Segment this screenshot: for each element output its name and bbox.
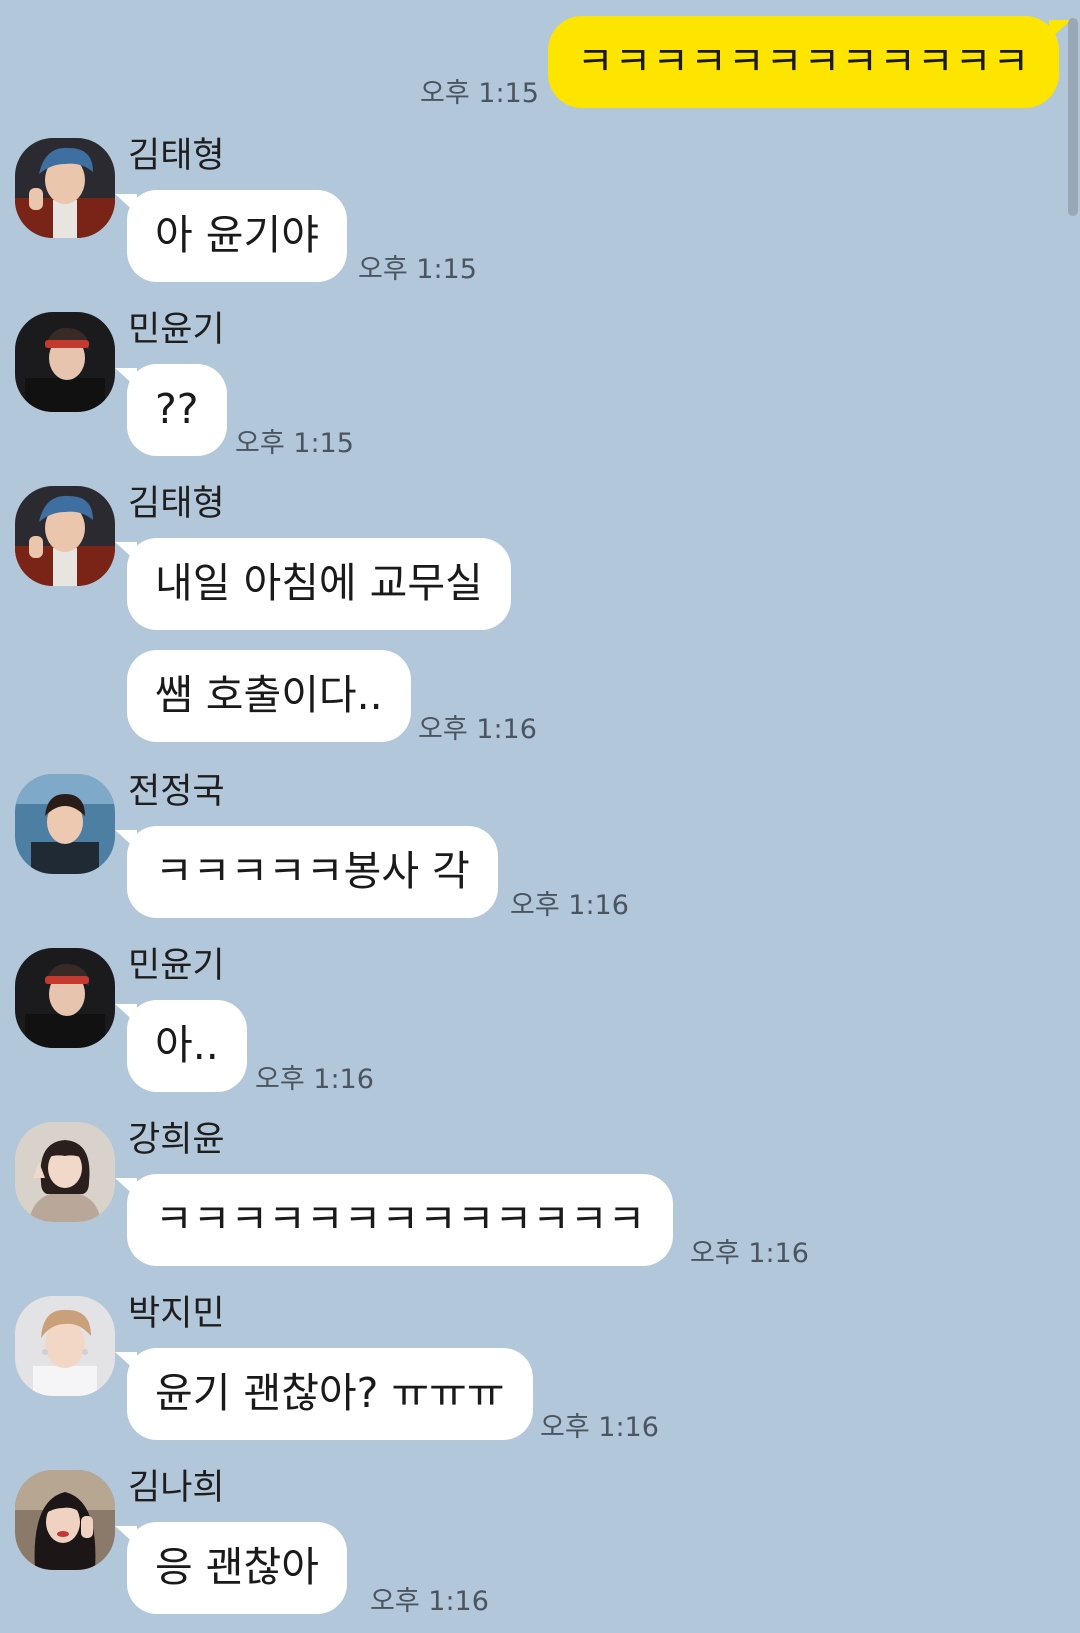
message-time: 오후 1:16	[418, 714, 537, 745]
message-time: 오후 1:15	[358, 254, 477, 285]
sender-name: 강희윤	[128, 1120, 225, 1160]
yoongi-avatar[interactable]	[15, 312, 115, 412]
jungkook-avatar[interactable]	[15, 774, 115, 874]
scrollbar[interactable]	[1068, 18, 1078, 216]
message-bubble[interactable]: 쌤 호출이다..	[127, 650, 411, 742]
message-time: 오후 1:16	[255, 1064, 374, 1095]
message-bubble[interactable]: 윤기 괜찮아? ㅠㅠㅠ	[115, 1348, 533, 1440]
sender-name: 전정국	[128, 772, 225, 812]
nahee-avatar[interactable]	[15, 1470, 115, 1570]
sender-name: 김태형	[128, 136, 225, 176]
message-bubble[interactable]: 아..	[115, 1000, 247, 1092]
taehyung-avatar[interactable]	[15, 486, 115, 586]
message-time: 오후 1:16	[690, 1238, 809, 1269]
yoongi-avatar[interactable]	[15, 948, 115, 1048]
sender-name: 민윤기	[128, 310, 225, 350]
my-message-time: 오후 1:15	[420, 78, 539, 109]
my-message-bubble[interactable]: ㅋㅋㅋㅋㅋㅋㅋㅋㅋㅋㅋㅋ	[548, 16, 1071, 108]
message-bubble[interactable]: ??	[115, 364, 227, 456]
sender-name: 김태형	[128, 484, 225, 524]
message-time: 오후 1:16	[540, 1412, 659, 1443]
message-bubble[interactable]: 내일 아침에 교무실	[115, 538, 511, 630]
message-time: 오후 1:16	[510, 890, 629, 921]
message-bubble[interactable]: 응 괜찮아	[115, 1522, 347, 1614]
sender-name: 민윤기	[128, 946, 225, 986]
sender-name: 김나희	[128, 1468, 225, 1508]
taehyung-avatar[interactable]	[15, 138, 115, 238]
message-bubble[interactable]: 아 윤기야	[115, 190, 347, 282]
chat-area[interactable]: 오후 1:15 ㅋㅋㅋㅋㅋㅋㅋㅋㅋㅋㅋㅋ 김태형 아 윤기야 오후 1:15 민…	[0, 0, 1080, 1633]
message-bubble[interactable]: ㅋㅋㅋㅋㅋㅋㅋㅋㅋㅋㅋㅋㅋ	[114, 1174, 674, 1266]
jimin-avatar[interactable]	[15, 1296, 115, 1396]
message-time: 오후 1:15	[235, 428, 354, 459]
heeyoon-avatar[interactable]	[15, 1122, 115, 1222]
message-time: 오후 1:16	[370, 1586, 489, 1617]
sender-name: 박지민	[128, 1294, 225, 1334]
message-bubble[interactable]: ㅋㅋㅋㅋㅋ봉사 각	[115, 826, 498, 918]
